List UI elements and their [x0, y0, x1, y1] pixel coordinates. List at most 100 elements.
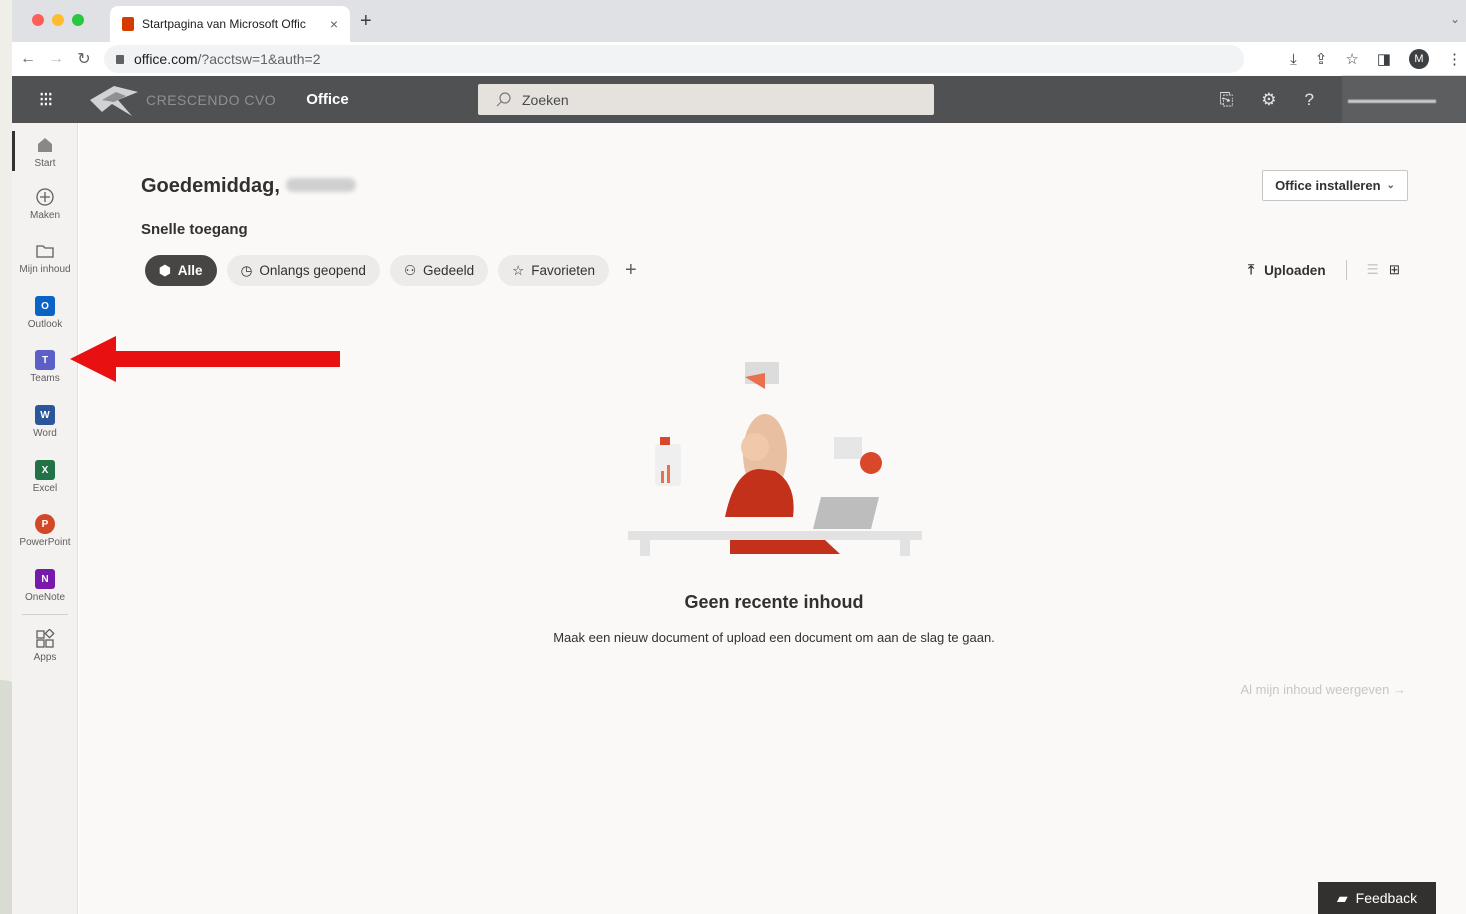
main-content: Goedemiddag, Office installeren ⌄ Snelle…: [79, 123, 1466, 914]
teams-icon: T: [35, 350, 55, 370]
greeting-text: Goedemiddag,: [141, 175, 280, 197]
view-all-content-label: Al mijn inhoud weergeven: [1240, 682, 1390, 697]
folder-icon: [36, 245, 54, 258]
upload-button[interactable]: Uploaden: [1264, 263, 1326, 278]
greeting-heading: Goedemiddag,: [141, 175, 356, 198]
rail-label-onenote: OneNote: [24, 592, 66, 603]
install-app-icon[interactable]: ⤓: [1290, 51, 1297, 68]
rail-label-start: Start: [34, 158, 56, 169]
install-office-button[interactable]: Office installeren ⌄: [1262, 170, 1408, 201]
office-header: ⁝⁝⁝ CRESCENDO CVO Office Zoeken ⎘ ⚙ ? ▬▬…: [12, 76, 1466, 123]
rail-item-word[interactable]: W Word: [12, 405, 78, 439]
people-icon: ⚇: [403, 262, 417, 278]
rail-label-apps: Apps: [33, 652, 57, 663]
rail-label-excel: Excel: [32, 483, 58, 494]
rail-label-outlook: Outlook: [27, 319, 63, 330]
lock-icon: [116, 54, 124, 64]
filter-shared-label: Gedeeld: [423, 263, 475, 278]
rail-label-powerpoint: PowerPoint: [19, 537, 71, 548]
install-office-label: Office installeren: [1275, 178, 1381, 193]
maximize-window-button[interactable]: [72, 14, 84, 26]
quick-access-heading: Snelle toegang: [141, 221, 248, 238]
profile-avatar[interactable]: M: [1409, 49, 1429, 69]
upload-arrow-icon: ⤒: [1248, 262, 1255, 277]
filter-all[interactable]: ⬢ Alle: [145, 255, 217, 286]
rail-item-powerpoint[interactable]: P PowerPoint: [12, 514, 78, 548]
back-arrow-icon[interactable]: ←: [16, 50, 40, 68]
chevron-down-icon: ⌄: [1386, 180, 1395, 191]
filter-pills: ⬢ Alle ◷ Onlangs geopend ⚇ Gedeeld ☆ Fav…: [145, 255, 637, 286]
rail-item-mijn-inhoud[interactable]: Mijn inhoud: [12, 241, 78, 275]
grid-view-icon[interactable]: ⊞: [1389, 262, 1400, 278]
browser-menu-icon[interactable]: ⋮: [1447, 50, 1462, 68]
filter-recent[interactable]: ◷ Onlangs geopend: [226, 255, 380, 286]
side-panel-icon[interactable]: ◨: [1377, 50, 1391, 68]
rail-item-outlook[interactable]: O Outlook: [12, 296, 78, 330]
my-day-icon[interactable]: ⎘: [1220, 90, 1234, 110]
outlook-icon: O: [35, 296, 55, 316]
empty-state-subtitle: Maak een nieuw document of upload een do…: [553, 630, 995, 645]
feedback-button[interactable]: ▰ Feedback: [1318, 882, 1436, 914]
tab-close-icon[interactable]: ×: [330, 16, 338, 32]
rail-item-maken[interactable]: Maken: [12, 187, 78, 221]
clock-icon: ◷: [240, 262, 253, 278]
app-launcher-waffle-icon[interactable]: ⁝⁝⁝: [12, 76, 78, 123]
list-view-icon[interactable]: ☰: [1367, 262, 1379, 278]
url-path: /?acctsw=1&auth=2: [197, 51, 321, 67]
word-icon: W: [35, 405, 55, 425]
browser-toolbar: ← → ↻ office.com/?acctsw=1&auth=2 ⤓ ⇪ ☆ …: [12, 42, 1466, 76]
rail-divider: [22, 614, 68, 615]
rail-label-mijn-inhoud: Mijn inhoud: [19, 264, 71, 275]
search-input[interactable]: Zoeken: [478, 84, 934, 115]
rail-item-onenote[interactable]: N OneNote: [12, 569, 78, 603]
account-manager[interactable]: ▬▬▬▬▬▬▬▬: [1342, 76, 1466, 123]
cube-icon: ⬢: [159, 262, 171, 278]
bookmark-star-icon[interactable]: ☆: [1345, 50, 1358, 68]
browser-tab-active[interactable]: Startpagina van Microsoft Offic ×: [110, 6, 350, 42]
arrow-right-icon: →: [1393, 682, 1406, 697]
search-placeholder: Zoeken: [522, 91, 569, 108]
filter-recent-label: Onlangs geopend: [259, 263, 366, 278]
url-host: office.com: [134, 51, 198, 67]
reload-icon[interactable]: ↻: [72, 49, 96, 69]
new-tab-button[interactable]: +: [360, 10, 372, 33]
filter-all-label: Alle: [177, 263, 203, 278]
filter-favorites[interactable]: ☆ Favorieten: [498, 255, 609, 286]
filter-favorites-label: Favorieten: [531, 263, 595, 278]
home-icon: [38, 138, 52, 152]
star-icon: ☆: [512, 262, 525, 278]
annotation-arrow-shaft: [108, 351, 340, 367]
share-icon[interactable]: ⇪: [1315, 50, 1328, 68]
tab-search-chevron-icon[interactable]: ⌄: [1450, 12, 1460, 26]
rail-label-word: Word: [33, 428, 57, 439]
crescendo-logo-icon: [90, 85, 138, 116]
toolbar-divider: [1345, 260, 1347, 280]
feedback-icon: ▰: [1336, 889, 1348, 906]
rail-item-excel[interactable]: X Excel: [12, 460, 78, 494]
upload-toolbar: ⤒ Uploaden ☰ ⊞: [1248, 260, 1400, 280]
search-icon: [496, 91, 511, 106]
close-window-button[interactable]: [32, 14, 44, 26]
filter-shared[interactable]: ⚇ Gedeeld: [389, 255, 489, 286]
empty-state-illustration: [628, 362, 922, 556]
apps-icon: [36, 629, 55, 648]
minimize-window-button[interactable]: [52, 14, 64, 26]
browser-tab-strip: Startpagina van Microsoft Offic × + ⌄: [12, 0, 1466, 42]
onenote-icon: N: [35, 569, 55, 589]
office-home-link[interactable]: Office: [306, 91, 349, 108]
powerpoint-icon: P: [35, 514, 55, 534]
plus-circle-icon: [36, 188, 54, 206]
view-all-content-link[interactable]: Al mijn inhoud weergeven →: [1241, 682, 1407, 697]
help-icon[interactable]: ?: [1305, 90, 1314, 110]
rail-item-apps[interactable]: Apps: [12, 629, 78, 663]
office-favicon-icon: [122, 17, 134, 31]
rail-item-start[interactable]: Start: [12, 135, 78, 169]
add-filter-button[interactable]: +: [625, 259, 637, 282]
forward-arrow-icon[interactable]: →: [44, 50, 68, 68]
settings-gear-icon[interactable]: ⚙: [1261, 90, 1276, 110]
address-bar[interactable]: office.com/?acctsw=1&auth=2: [104, 45, 1244, 73]
rail-item-teams[interactable]: T Teams: [12, 350, 78, 384]
rail-label-teams: Teams: [30, 373, 60, 384]
user-name-redacted: [285, 178, 356, 192]
feedback-label: Feedback: [1355, 890, 1418, 906]
